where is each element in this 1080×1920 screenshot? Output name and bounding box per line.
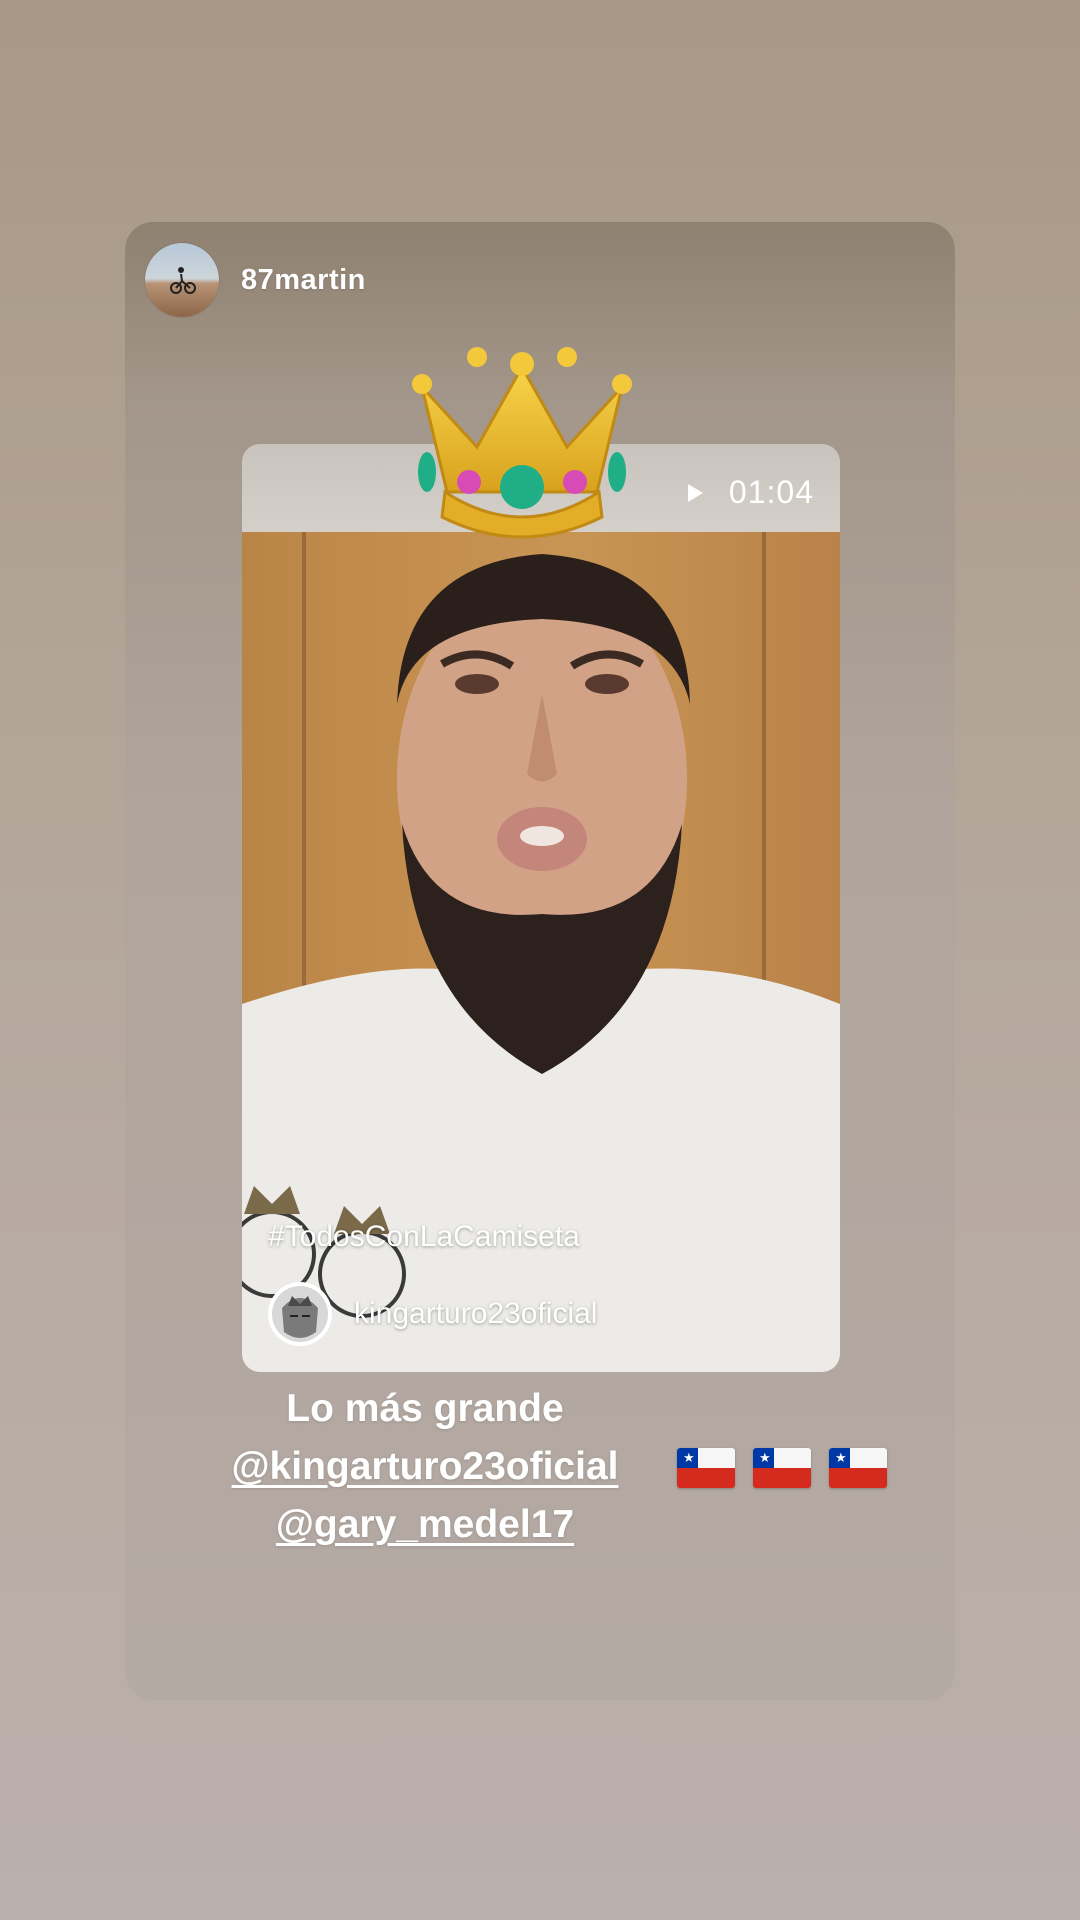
cyclist-icon bbox=[170, 267, 196, 294]
chile-flag-icon: ★ bbox=[677, 1448, 735, 1488]
chile-flag-icon: ★ bbox=[829, 1448, 887, 1488]
story-header: 87martin bbox=[145, 242, 366, 318]
video-duration: 01:04 bbox=[728, 474, 814, 510]
story-card[interactable]: 87martin 01:04 #TodosConLaCamiseta kinga… bbox=[125, 222, 955, 1700]
video-author-name[interactable]: kingarturo23oficial bbox=[354, 1297, 597, 1331]
mention-link[interactable]: @kingarturo23oficial bbox=[232, 1445, 619, 1488]
chile-flag-icon: ★ bbox=[753, 1448, 811, 1488]
author-portrait-icon bbox=[272, 1286, 328, 1342]
shared-video-card[interactable]: 01:04 #TodosConLaCamiseta kingarturo23of… bbox=[242, 444, 840, 1372]
crown-icon bbox=[412, 347, 632, 539]
story-caption: Lo más grande @kingarturo23oficial @gary… bbox=[185, 1380, 665, 1554]
video-hashtag[interactable]: #TodosConLaCamiseta bbox=[268, 1220, 580, 1254]
caption-text: Lo más grande bbox=[286, 1387, 564, 1430]
mention-link[interactable]: @gary_medel17 bbox=[276, 1503, 574, 1546]
story-username[interactable]: 87martin bbox=[241, 264, 366, 297]
flag-emojis: ★ ★ ★ bbox=[677, 1448, 905, 1488]
crown-sticker[interactable] bbox=[407, 342, 637, 562]
profile-avatar[interactable] bbox=[145, 243, 219, 317]
video-play-control[interactable]: 01:04 bbox=[687, 474, 814, 511]
author-avatar[interactable] bbox=[268, 1282, 332, 1346]
video-attribution[interactable]: kingarturo23oficial bbox=[268, 1282, 597, 1346]
play-icon[interactable] bbox=[687, 483, 703, 502]
